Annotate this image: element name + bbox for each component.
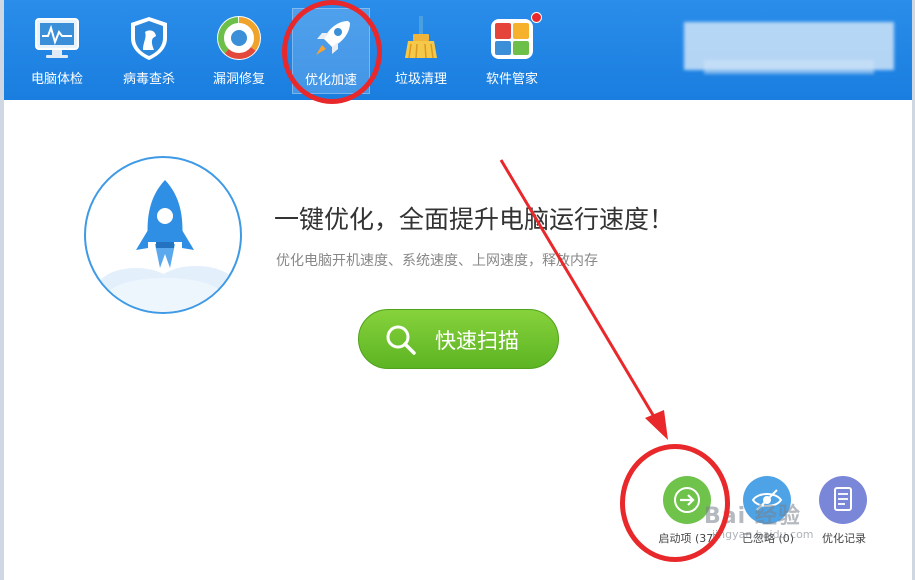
annotation-arrow — [499, 159, 668, 440]
annotation-circle — [620, 444, 730, 562]
optimization-window: 电脑体检 病毒查杀 漏洞修复 优化加速 垃圾清理 软件管家 一键优化，全面提升电… — [0, 0, 915, 580]
